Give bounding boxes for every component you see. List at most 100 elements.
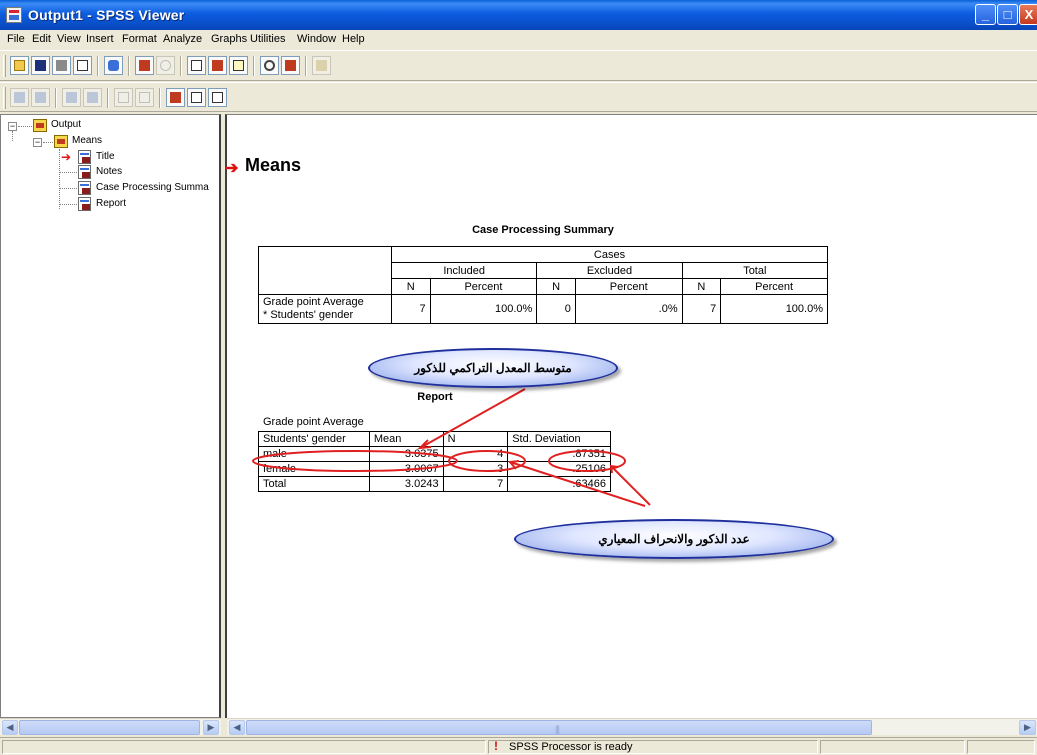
expand-button[interactable]: [62, 88, 81, 107]
print-preview-button[interactable]: [73, 56, 92, 75]
insert-title-button[interactable]: [187, 88, 206, 107]
toolbar-separator: [55, 88, 57, 108]
print-preview-icon: [77, 60, 88, 71]
undo-icon: [160, 60, 171, 71]
menu-graphs[interactable]: Graphs: [211, 33, 247, 45]
collapse-toggle-means[interactable]: −: [33, 138, 42, 147]
insert-text-button[interactable]: [208, 88, 227, 107]
value-cell: .0%: [574, 294, 683, 324]
table-doc-icon: [78, 181, 91, 195]
row-label-line: Grade point Average: [263, 296, 364, 308]
outline-item-notes[interactable]: Notes: [96, 166, 122, 177]
goto-data-icon: [191, 60, 202, 71]
scroll-right-button[interactable]: ▶: [1019, 720, 1036, 735]
content-hscrollbar[interactable]: ◀ ||| ▶: [227, 718, 1037, 735]
hide-icon: [139, 92, 150, 103]
outline-node-means[interactable]: Means: [72, 135, 102, 146]
means-heading[interactable]: Means: [245, 155, 301, 176]
maximize-button[interactable]: □: [997, 4, 1018, 25]
menu-format[interactable]: Format: [122, 33, 157, 45]
save-button[interactable]: [31, 56, 50, 75]
designate-window-button[interactable]: [281, 56, 300, 75]
scroll-thumb[interactable]: |||: [246, 720, 872, 735]
col-header: Percent: [429, 278, 538, 295]
menu-view[interactable]: View: [57, 33, 81, 45]
toolbar-separator: [180, 56, 182, 76]
case-processing-table[interactable]: Cases Included Excluded Total N Percent …: [258, 246, 829, 324]
show-button[interactable]: [114, 88, 133, 107]
outline-item-title[interactable]: Title: [96, 151, 115, 162]
callout-male-count-sd: عدد الذكور والانحراف المعياري: [514, 519, 834, 559]
outline-pane[interactable]: − Output − Means ➔ Title Notes Case Proc…: [0, 114, 221, 718]
notes-doc-icon: [78, 165, 91, 179]
insert-heading-button[interactable]: [166, 88, 185, 107]
included-header: Included: [390, 262, 538, 279]
outline-node-output[interactable]: Output: [51, 119, 81, 130]
scroll-left-button[interactable]: ◀: [2, 720, 18, 735]
goto-chart-button[interactable]: [208, 56, 227, 75]
run-icon: [316, 60, 327, 71]
col-header: N: [536, 278, 576, 295]
minimize-button[interactable]: _: [975, 4, 996, 25]
hide-button[interactable]: [135, 88, 154, 107]
value-cell: 0: [536, 294, 576, 324]
collapse-toggle-output[interactable]: −: [8, 122, 17, 131]
menu-analyze[interactable]: Analyze: [163, 33, 202, 45]
scroll-thumb[interactable]: [19, 720, 200, 735]
value-cell: 7: [681, 294, 722, 324]
title-bar[interactable]: Output1 - SPSS Viewer _ □ X: [0, 0, 1037, 30]
value-cell: 100.0%: [720, 294, 828, 324]
outline-hscrollbar[interactable]: ◀ ▶: [0, 718, 221, 735]
scroll-grip-icon: |||: [555, 724, 560, 734]
menu-window[interactable]: Window: [297, 33, 336, 45]
print-button[interactable]: [52, 56, 71, 75]
use-sets-icon: [264, 60, 275, 71]
menu-insert[interactable]: Insert: [86, 33, 114, 45]
variables-button[interactable]: [229, 56, 248, 75]
table-doc-icon: [78, 197, 91, 211]
menu-file[interactable]: File: [7, 33, 25, 45]
demote-button[interactable]: [31, 88, 50, 107]
main-toolbar: [0, 50, 1037, 81]
toolbar-separator: [159, 88, 161, 108]
promote-button[interactable]: [10, 88, 29, 107]
status-bar: ! SPSS Processor is ready: [0, 737, 1037, 755]
insert-title-icon: [191, 92, 202, 103]
use-sets-button[interactable]: [260, 56, 279, 75]
outline-item-case-processing[interactable]: Case Processing Summa: [96, 182, 209, 193]
value-cell: 7: [391, 294, 431, 324]
status-cell: [967, 740, 1035, 754]
processor-status-icon: !: [494, 739, 498, 753]
menu-bar: File Edit View Insert Format Analyze Gra…: [0, 30, 1037, 49]
scroll-right-button[interactable]: ▶: [203, 720, 219, 735]
promote-icon: [14, 92, 25, 103]
insert-heading-icon: [170, 92, 181, 103]
corner-cell: [258, 246, 392, 295]
toolbar-grip[interactable]: [3, 87, 6, 109]
male-mean-highlight: [252, 450, 458, 472]
menu-utilities[interactable]: Utilities: [250, 33, 285, 45]
row-label: Grade point Average * Students' gender: [258, 294, 392, 324]
recall-dialog-button[interactable]: [135, 56, 154, 75]
menu-edit[interactable]: Edit: [32, 33, 51, 45]
tree-connector: [59, 188, 77, 189]
book-icon: [33, 119, 47, 132]
status-cell: [820, 740, 965, 754]
close-button[interactable]: X: [1019, 4, 1037, 25]
window-title: Output1 - SPSS Viewer: [28, 7, 185, 23]
scroll-left-button[interactable]: ◀: [229, 720, 245, 735]
goto-data-button[interactable]: [187, 56, 206, 75]
cases-header: Cases: [391, 246, 828, 263]
export-button[interactable]: [104, 56, 123, 75]
outline-item-report[interactable]: Report: [96, 198, 126, 209]
open-button[interactable]: [10, 56, 29, 75]
top-callout-arrow: [419, 388, 526, 449]
run-button[interactable]: [312, 56, 331, 75]
menu-help[interactable]: Help: [342, 33, 365, 45]
toolbar-grip[interactable]: [3, 55, 6, 77]
spss-app-icon[interactable]: [6, 7, 22, 23]
undo-button[interactable]: [156, 56, 175, 75]
col-header: Percent: [720, 278, 828, 295]
case-summary-title[interactable]: Case Processing Summary: [258, 224, 828, 236]
collapse-button[interactable]: [83, 88, 102, 107]
